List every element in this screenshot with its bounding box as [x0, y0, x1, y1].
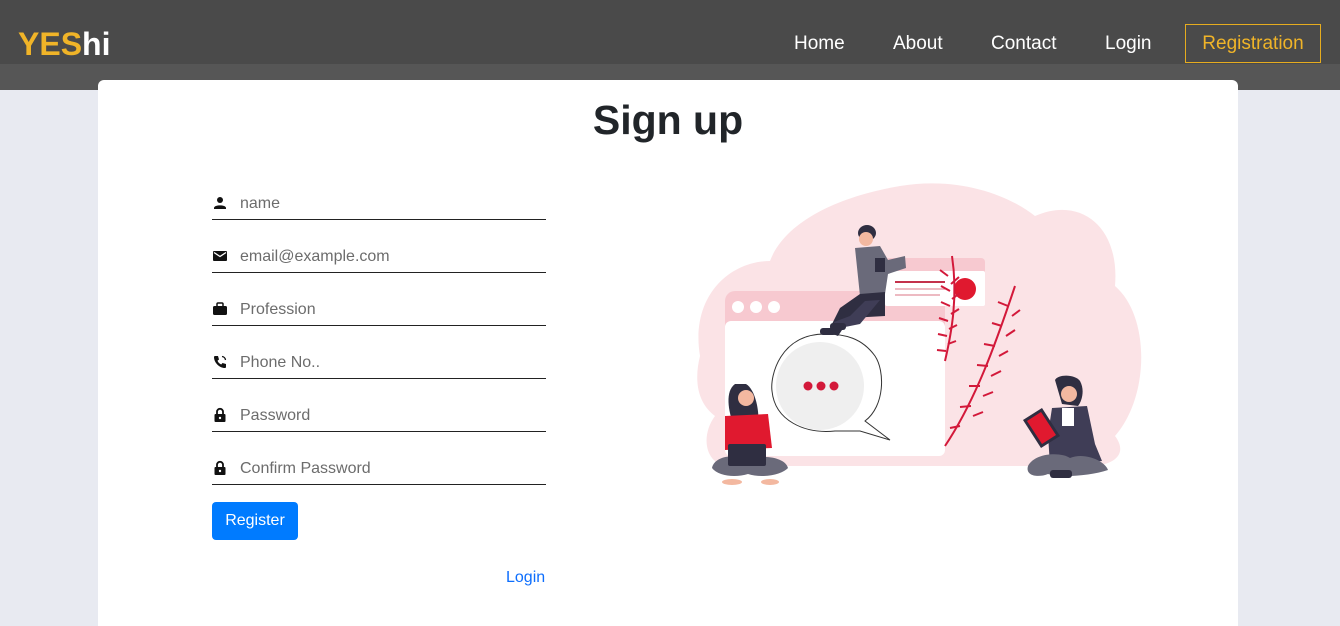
nav-login[interactable]: Login	[1105, 32, 1152, 56]
profession-field	[212, 296, 546, 326]
name-input[interactable]	[240, 190, 540, 218]
page-title: Sign up	[592, 97, 744, 143]
nav-contact[interactable]: Contact	[991, 32, 1056, 56]
name-field	[212, 190, 546, 220]
confirm-password-input[interactable]	[240, 455, 540, 483]
phone-icon	[214, 355, 227, 368]
confirm-password-field	[212, 455, 546, 485]
signup-illustration	[697, 183, 1142, 485]
phone-field	[212, 349, 546, 379]
brand-part-hi: hi	[82, 26, 111, 62]
register-button[interactable]: Register	[212, 502, 298, 540]
registration-button[interactable]: Registration	[1185, 24, 1321, 63]
lock-icon	[214, 460, 226, 475]
password-field	[212, 402, 546, 432]
email-field	[212, 243, 546, 273]
envelope-icon	[213, 251, 227, 261]
navbar: YEShi Home About Contact Login Registrat…	[0, 0, 1340, 90]
person-icon	[214, 197, 226, 209]
phone-input[interactable]	[240, 349, 540, 377]
email-input[interactable]	[240, 243, 540, 271]
profession-input[interactable]	[240, 296, 540, 324]
password-input[interactable]	[240, 402, 540, 430]
briefcase-icon	[213, 302, 227, 315]
login-link[interactable]: Login	[506, 569, 545, 587]
brand-logo[interactable]: YEShi	[18, 26, 110, 62]
lock-icon	[214, 407, 226, 422]
nav-home[interactable]: Home	[794, 32, 845, 56]
brand-part-yes: YES	[18, 26, 83, 62]
nav-about[interactable]: About	[893, 32, 943, 56]
